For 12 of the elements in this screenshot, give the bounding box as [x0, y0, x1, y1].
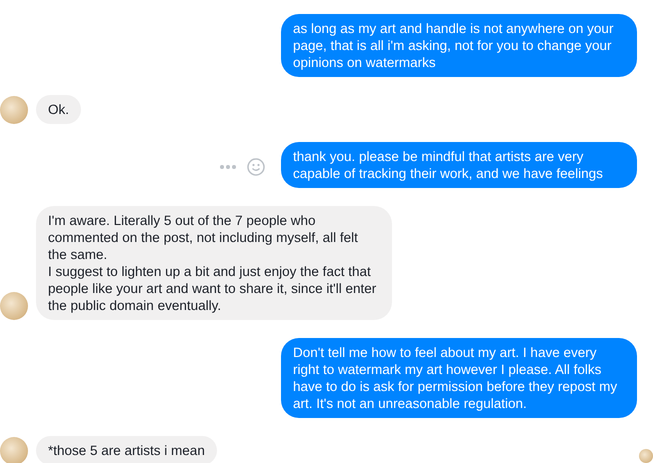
avatar-picture — [639, 449, 653, 463]
message-bubble: *those 5 are artists i mean — [36, 436, 217, 463]
avatar-picture — [0, 292, 28, 320]
avatar-picture — [0, 96, 28, 124]
more-icon[interactable] — [219, 164, 237, 170]
message-bubble: Don't tell me how to feel about my art. I have every right to watermark my art however I please. All folks have to do is ask for permission before they repost my art. It's not an unreasonable regulation. — [281, 338, 637, 418]
message-bubble: thank you. please be mindful that artists are very capable of tracking their work, and we have feelings — [281, 142, 637, 188]
message-bubble: as long as my art and handle is not anywhere on your page, that is all i'm asking, not for you to change your opinions on watermarks — [281, 14, 637, 77]
message-bubble: I'm aware. Literally 5 out of the 7 people who commented on the post, not including myself, all felt the same. I suggest to lighten up a bit and just enjoy the fact that people like your art and want to share it, since it'll enter the public domain eventually. — [36, 206, 392, 320]
avatar-picture — [0, 437, 28, 463]
smiley-icon[interactable] — [247, 158, 265, 176]
message-bubble: Ok. — [36, 95, 82, 124]
